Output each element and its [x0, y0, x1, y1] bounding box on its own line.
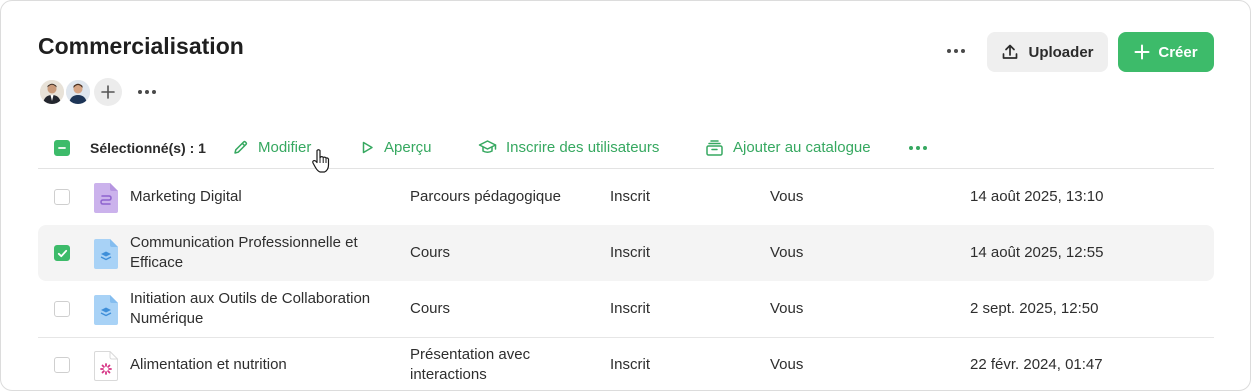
avatar[interactable] — [38, 78, 66, 106]
row-date: 14 août 2025, 13:10 — [970, 188, 1104, 205]
content-card: Commercialisation Uploader Créer Sélecti… — [0, 0, 1251, 391]
interactive-presentation-icon — [94, 351, 118, 381]
upload-label: Uploader — [1028, 43, 1094, 61]
table-row[interactable]: Alimentation et nutrition Présentation a… — [38, 337, 1214, 390]
edit-button[interactable]: Modifier — [232, 127, 311, 168]
row-checkbox[interactable] — [54, 189, 70, 205]
row-name[interactable]: Alimentation et nutrition — [130, 355, 380, 375]
preview-label: Aperçu — [384, 139, 432, 156]
row-name[interactable]: Initiation aux Outils de Collaboration N… — [130, 289, 380, 329]
upload-icon — [1003, 44, 1018, 59]
collaborators — [38, 78, 156, 106]
row-date: 14 août 2025, 12:55 — [970, 244, 1104, 261]
minus-icon — [58, 146, 66, 149]
plus-icon — [101, 85, 115, 99]
row-checkbox[interactable] — [54, 301, 70, 317]
add-to-catalog-button[interactable]: Ajouter au catalogue — [705, 127, 871, 168]
play-icon — [362, 141, 373, 154]
row-name[interactable]: Communication Professionnelle et Efficac… — [130, 233, 380, 273]
indeterminate-checkbox[interactable] — [54, 139, 70, 156]
create-label: Créer — [1158, 43, 1198, 61]
enroll-users-label: Inscrire des utilisateurs — [506, 139, 660, 156]
catalog-icon — [706, 139, 723, 156]
row-name[interactable]: Marketing Digital — [130, 187, 380, 207]
learning-path-icon — [94, 183, 118, 213]
row-checkbox[interactable] — [54, 357, 70, 373]
graduation-cap-icon — [478, 140, 497, 153]
row-status: Inscrit — [610, 300, 651, 317]
row-type: Cours — [410, 244, 451, 261]
avatar[interactable] — [64, 78, 92, 106]
row-owner: Vous — [770, 244, 804, 261]
selected-count: Sélectionné(s) : 1 — [90, 139, 206, 156]
row-owner: Vous — [770, 300, 804, 317]
row-date: 2 sept. 2025, 12:50 — [970, 300, 1099, 317]
pencil-icon — [234, 140, 248, 154]
row-date: 22 févr. 2024, 01:47 — [970, 356, 1103, 373]
hand-cursor-icon — [312, 149, 330, 173]
row-owner: Vous — [770, 356, 804, 373]
row-type: Cours — [410, 300, 451, 317]
create-button[interactable]: Créer — [1118, 32, 1214, 72]
row-status: Inscrit — [610, 188, 651, 205]
more-actions-button[interactable] — [947, 49, 965, 53]
row-owner: Vous — [770, 188, 804, 205]
row-status: Inscrit — [610, 244, 651, 261]
row-type: Parcours pédagogique — [410, 188, 561, 205]
selection-toolbar: Sélectionné(s) : 1 Modifier Aperçu Inscr… — [38, 127, 1214, 169]
add-to-catalog-label: Ajouter au catalogue — [733, 139, 871, 156]
collaborators-more-button[interactable] — [138, 90, 156, 94]
page-title: Commercialisation — [38, 33, 244, 59]
plus-icon — [1134, 44, 1150, 60]
table-row[interactable]: Marketing Digital Parcours pédagogique I… — [38, 169, 1214, 225]
row-checkbox[interactable] — [54, 245, 70, 261]
enroll-users-button[interactable]: Inscrire des utilisateurs — [478, 127, 659, 168]
preview-button[interactable]: Aperçu — [360, 127, 432, 168]
table-row[interactable]: Initiation aux Outils de Collaboration N… — [38, 281, 1214, 337]
row-type: Présentation avec interactions — [410, 346, 531, 383]
select-all-checkbox[interactable] — [54, 127, 70, 168]
edit-label: Modifier — [258, 139, 312, 156]
course-icon — [94, 239, 118, 269]
check-icon — [57, 249, 67, 257]
upload-button[interactable]: Uploader — [987, 32, 1108, 72]
add-collaborator-button[interactable] — [94, 78, 122, 106]
toolbar-more-button[interactable] — [909, 127, 927, 168]
row-status: Inscrit — [610, 356, 651, 373]
table-row[interactable]: Communication Professionnelle et Efficac… — [38, 225, 1214, 281]
course-icon — [94, 295, 118, 325]
